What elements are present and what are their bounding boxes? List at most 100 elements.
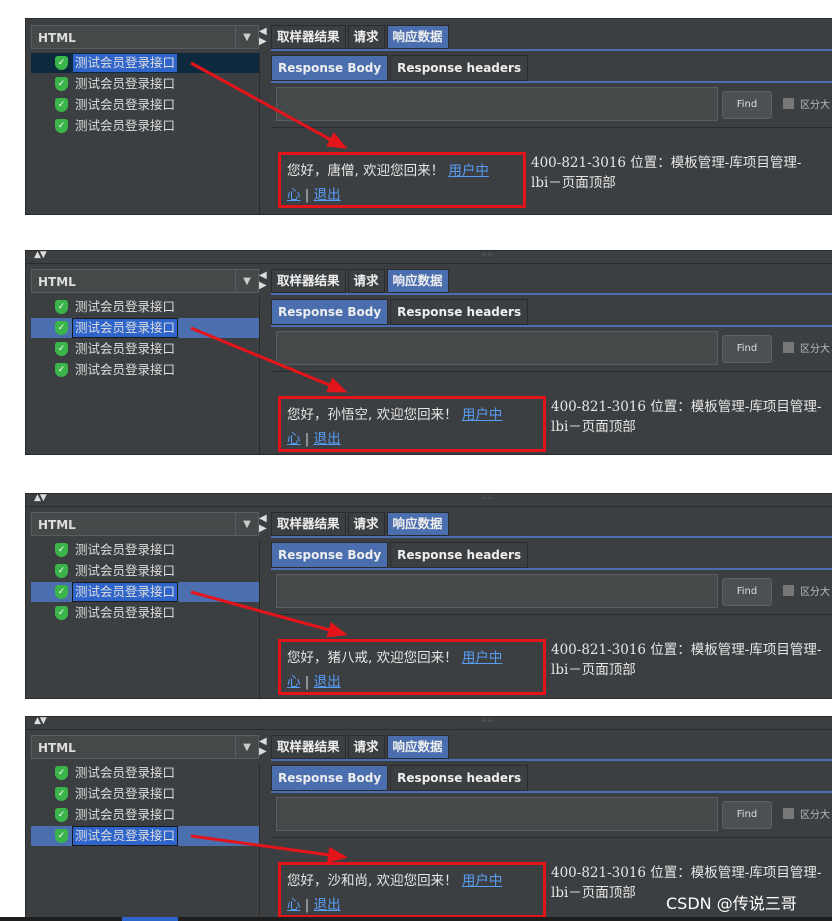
greeting-line2: 心 | 退出	[287, 427, 341, 447]
search-input[interactable]	[276, 87, 718, 121]
tab-1[interactable]: 请求	[347, 735, 385, 759]
collapse-expand-icon[interactable]: ▲▼	[34, 251, 47, 260]
find-button[interactable]: Find	[722, 578, 772, 606]
logout-link[interactable]: 退出	[314, 187, 341, 203]
tree-item[interactable]: ✓ 测试会员登录接口	[31, 53, 259, 73]
user-center-link-cont[interactable]: 心	[287, 187, 301, 203]
case-sensitive-checkbox[interactable]	[783, 98, 794, 109]
tree-item-label: 测试会员登录接口	[71, 318, 179, 338]
tree-item[interactable]: ✓ 测试会员登录接口	[31, 561, 259, 581]
page-info-text: 400-821-3016 位置：模板管理-库项目管理-lbi－页面顶部	[551, 397, 821, 437]
user-center-link-cont[interactable]: 心	[287, 897, 301, 913]
success-shield-icon: ✓	[55, 766, 68, 780]
tab-2[interactable]: 响应数据	[386, 512, 449, 536]
search-input[interactable]	[276, 331, 718, 365]
success-shield-icon: ✓	[55, 363, 68, 377]
user-center-link[interactable]: 用户中	[462, 650, 503, 666]
highlight-box: 您好，孙悟空, 欢迎您回来！ 用户中心 | 退出	[278, 396, 546, 452]
tab-0[interactable]: 取样器结果	[271, 512, 346, 536]
chevron-down-icon[interactable]: ▼	[235, 270, 258, 292]
page-info-text: 400-821-3016 位置：模板管理-库项目管理-lbi－页面顶部	[551, 640, 821, 680]
tab-2[interactable]: 响应数据	[386, 269, 449, 293]
subtab-response-headers[interactable]: Response headers	[390, 542, 529, 568]
tree-item[interactable]: ✓ 测试会员登录接口	[31, 784, 259, 804]
search-input[interactable]	[276, 797, 718, 831]
tab-1[interactable]: 请求	[347, 25, 385, 49]
tree-item[interactable]: ✓ 测试会员登录接口	[31, 603, 259, 623]
greeting-prefix: 您好，	[287, 163, 328, 179]
chevron-down-icon[interactable]: ▼	[235, 736, 258, 758]
separator: |	[300, 897, 314, 913]
chevron-down-icon[interactable]: ▼	[235, 513, 258, 535]
tab-0[interactable]: 取样器结果	[271, 25, 346, 49]
logout-link[interactable]: 退出	[314, 674, 341, 690]
tab-2[interactable]: 响应数据	[386, 25, 449, 49]
tree-item[interactable]: ✓ 测试会员登录接口	[31, 297, 259, 317]
subtab-response-body[interactable]: Response Body	[271, 765, 389, 791]
tree-item-label: 测试会员登录接口	[75, 97, 176, 112]
drag-grip-icon[interactable]: ⁘⁘	[481, 251, 493, 259]
tab-2[interactable]: 响应数据	[386, 735, 449, 759]
user-center-link[interactable]: 用户中	[462, 407, 503, 423]
tree-item[interactable]: ✓ 测试会员登录接口	[31, 763, 259, 783]
tree-item-label: 测试会员登录接口	[75, 341, 176, 356]
subtab-response-headers[interactable]: Response headers	[390, 299, 529, 325]
jmeter-result-panel: HTML ▼ ◀ ▶ ✓ 测试会员登录接口 ✓ 测试会员登录接口 ✓ 测试会员登录接口 ✓ 测试会员登…	[25, 18, 832, 215]
user-center-link-cont[interactable]: 心	[287, 674, 301, 690]
renderer-select[interactable]: HTML ▼	[31, 512, 259, 536]
tree-item[interactable]: ✓ 测试会员登录接口	[31, 116, 259, 136]
watermark: CSDN @传说三哥	[666, 894, 797, 913]
greeting-prefix: 您好，	[287, 407, 328, 423]
tab-0[interactable]: 取样器结果	[271, 269, 346, 293]
drag-grip-icon[interactable]: ⁘⁘	[481, 494, 493, 502]
case-sensitive-checkbox[interactable]	[783, 808, 794, 819]
find-button[interactable]: Find	[722, 91, 772, 119]
collapse-expand-icon[interactable]: ▲▼	[34, 717, 47, 726]
subtab-response-body[interactable]: Response Body	[271, 55, 389, 81]
page-info-text: 400-821-3016 位置：模板管理-库项目管理-lbi－页面顶部	[531, 153, 801, 193]
find-button[interactable]: Find	[722, 801, 772, 829]
tree-item[interactable]: ✓ 测试会员登录接口	[31, 826, 259, 846]
find-button[interactable]: Find	[722, 335, 772, 363]
subtab-response-body[interactable]: Response Body	[271, 542, 389, 568]
panel-content: HTML ▼ ◀ ▶ ✓ 测试会员登录接口 ✓ 测试会员登录接口 ✓ 测试会员登录接口 ✓ 测试会员登…	[26, 19, 832, 214]
user-center-link[interactable]: 用户中	[448, 163, 489, 179]
tab-1[interactable]: 请求	[347, 512, 385, 536]
user-center-link[interactable]: 用户中	[462, 873, 503, 889]
splitter-arrows-icon[interactable]: ◀ ▶	[259, 27, 267, 47]
collapse-expand-icon[interactable]: ▲▼	[34, 494, 47, 503]
tree-item[interactable]: ✓ 测试会员登录接口	[31, 582, 259, 602]
success-shield-icon: ✓	[55, 98, 68, 112]
greeting-text: 您好，沙和尚, 欢迎您回来！ 用户中	[287, 869, 502, 889]
drag-grip-icon[interactable]: ⁘⁘	[481, 717, 493, 725]
tree-item[interactable]: ✓ 测试会员登录接口	[31, 95, 259, 115]
tree-item[interactable]: ✓ 测试会员登录接口	[31, 339, 259, 359]
renderer-select[interactable]: HTML ▼	[31, 735, 259, 759]
splitter-arrows-icon[interactable]: ◀ ▶	[259, 737, 267, 757]
panel-content: HTML ▼ ◀ ▶ ✓ 测试会员登录接口 ✓ 测试会员登录接口 ✓ 测试会员登录接口 ✓ 测试会员登…	[26, 506, 832, 698]
greeting-suffix: , 欢迎您回来！	[368, 407, 462, 423]
highlight-box: 您好，猪八戒, 欢迎您回来！ 用户中心 | 退出	[278, 639, 546, 695]
logout-link[interactable]: 退出	[314, 431, 341, 447]
tree-item[interactable]: ✓ 测试会员登录接口	[31, 805, 259, 825]
renderer-select[interactable]: HTML ▼	[31, 269, 259, 293]
tree-item[interactable]: ✓ 测试会员登录接口	[31, 360, 259, 380]
tree-item[interactable]: ✓ 测试会员登录接口	[31, 540, 259, 560]
subtab-response-headers[interactable]: Response headers	[390, 55, 529, 81]
taskbar-item	[122, 917, 178, 921]
tab-1[interactable]: 请求	[347, 269, 385, 293]
renderer-select[interactable]: HTML ▼	[31, 25, 259, 49]
tree-item[interactable]: ✓ 测试会员登录接口	[31, 74, 259, 94]
splitter-arrows-icon[interactable]: ◀ ▶	[259, 271, 267, 291]
search-input[interactable]	[276, 574, 718, 608]
logout-link[interactable]: 退出	[314, 897, 341, 913]
user-center-link-cont[interactable]: 心	[287, 431, 301, 447]
splitter-arrows-icon[interactable]: ◀ ▶	[259, 514, 267, 534]
tree-item[interactable]: ✓ 测试会员登录接口	[31, 318, 259, 338]
case-sensitive-checkbox[interactable]	[783, 585, 794, 596]
case-sensitive-checkbox[interactable]	[783, 342, 794, 353]
subtab-response-headers[interactable]: Response headers	[390, 765, 529, 791]
subtab-response-body[interactable]: Response Body	[271, 299, 389, 325]
tab-0[interactable]: 取样器结果	[271, 735, 346, 759]
chevron-down-icon[interactable]: ▼	[235, 26, 258, 48]
